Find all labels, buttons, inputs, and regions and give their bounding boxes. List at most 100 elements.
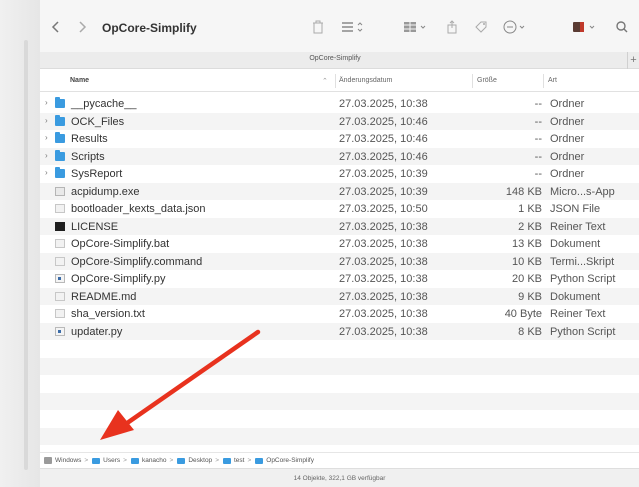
- file-kind: Reiner Text: [550, 308, 606, 320]
- file-date: 27.03.2025, 10:39: [339, 185, 428, 198]
- file-kind: Ordner: [550, 150, 585, 163]
- list-view-icon[interactable]: [340, 16, 366, 38]
- path-crumb-test[interactable]: test: [222, 457, 244, 464]
- path-crumb-desktop[interactable]: Desktop: [177, 457, 212, 464]
- column-kind[interactable]: Art: [548, 77, 557, 84]
- document-icon: [55, 239, 65, 248]
- folder-icon: [92, 457, 101, 464]
- file-date: 27.03.2025, 10:39: [339, 168, 428, 180]
- list-item[interactable]: README.md 27.03.2025, 10:38 9 KB Dokumen…: [40, 287, 639, 305]
- document-icon: [55, 309, 65, 318]
- folder-icon: [255, 457, 264, 464]
- list-item[interactable]: sha_version.txt 27.03.2025, 10:38 40 Byt…: [40, 305, 639, 323]
- file-size: --: [534, 98, 542, 110]
- file-name: acpidump.exe: [71, 185, 140, 198]
- list-item[interactable]: › Results 27.03.2025, 10:46 -- Ordner: [40, 130, 639, 148]
- ellipsis-circle-icon[interactable]: [502, 16, 530, 38]
- folder-icon: [222, 457, 231, 464]
- disclosure-triangle-icon[interactable]: ›: [45, 168, 48, 177]
- path-separator: >: [123, 457, 127, 464]
- file-size: --: [534, 168, 542, 180]
- file-name: OpCore-Simplify.command: [71, 255, 203, 268]
- file-list: › __pycache__ 27.03.2025, 10:38 -- Ordne…: [40, 95, 639, 445]
- finder-window: OpCore-Simplify OpCore-Simplify + Name ⌃…: [0, 0, 639, 487]
- document-icon: [55, 291, 65, 301]
- text-file-icon: [55, 221, 65, 231]
- file-name: LICENSE: [71, 220, 119, 233]
- file-name: OCK_Files: [71, 115, 125, 128]
- sort-chevron-icon: ⌃: [322, 78, 328, 85]
- folder-icon: [55, 97, 65, 108]
- window-title: OpCore-Simplify: [102, 21, 197, 35]
- chevron-left-icon[interactable]: [48, 16, 64, 38]
- empty-row: [40, 410, 639, 428]
- disclosure-triangle-icon[interactable]: ›: [45, 151, 48, 160]
- document-icon: [55, 256, 65, 266]
- list-item[interactable]: › OCK_Files 27.03.2025, 10:46 -- Ordner: [40, 112, 639, 130]
- disclosure-triangle-icon[interactable]: ›: [45, 98, 48, 107]
- file-date: 27.03.2025, 10:38: [339, 273, 428, 285]
- folder-icon: [177, 457, 186, 464]
- chevron-right-icon[interactable]: [74, 16, 90, 38]
- file-size: 9 KB: [518, 290, 542, 303]
- file-kind: Ordner: [550, 98, 585, 110]
- app-icon[interactable]: [570, 16, 600, 38]
- column-name[interactable]: Name: [70, 77, 89, 84]
- search-icon[interactable]: [614, 16, 630, 38]
- path-crumb-kanacho[interactable]: kanacho: [130, 457, 167, 464]
- column-divider[interactable]: [335, 74, 336, 88]
- list-item[interactable]: › Scripts 27.03.2025, 10:46 -- Ordner: [40, 147, 639, 165]
- drive-icon: [44, 457, 52, 464]
- column-divider[interactable]: [472, 74, 473, 88]
- file-size: 1 KB: [518, 203, 542, 215]
- list-item[interactable]: OpCore-Simplify.bat 27.03.2025, 10:38 13…: [40, 235, 639, 253]
- path-separator: >: [84, 457, 89, 464]
- file-name: Scripts: [71, 150, 105, 163]
- list-item[interactable]: OpCore-Simplify.command 27.03.2025, 10:3…: [40, 252, 639, 270]
- file-kind: Python Script: [550, 325, 616, 338]
- file-size: 40 Byte: [504, 308, 542, 320]
- list-item[interactable]: bootloader_kexts_data.json 27.03.2025, 1…: [40, 200, 639, 218]
- python-file-icon: [55, 274, 65, 283]
- file-date: 27.03.2025, 10:38: [339, 238, 428, 250]
- column-divider[interactable]: [543, 74, 544, 88]
- file-name: SysReport: [71, 168, 123, 180]
- empty-row: [40, 427, 639, 445]
- empty-row: [40, 375, 639, 393]
- file-kind: Reiner Text: [550, 220, 606, 233]
- tag-icon[interactable]: [472, 16, 490, 38]
- file-size: 20 KB: [512, 273, 542, 285]
- folder-icon: [130, 457, 139, 464]
- share-icon[interactable]: [444, 16, 460, 38]
- file-date: 27.03.2025, 10:38: [339, 325, 428, 338]
- tab-title[interactable]: OpCore-Simplify: [40, 55, 630, 62]
- left-bezel: [0, 0, 40, 487]
- file-kind: JSON File: [550, 203, 601, 215]
- executable-icon: [55, 186, 65, 196]
- column-date[interactable]: Änderungsdatum: [339, 77, 392, 84]
- file-size: 2 KB: [518, 220, 542, 233]
- document-icon: [55, 204, 65, 213]
- list-item[interactable]: › SysReport 27.03.2025, 10:39 -- Ordner: [40, 165, 639, 183]
- path-crumb-windows[interactable]: Windows: [44, 457, 81, 464]
- folder-icon: [55, 114, 65, 126]
- trash-icon[interactable]: [310, 16, 326, 38]
- file-size: 13 KB: [512, 238, 542, 250]
- file-name: OpCore-Simplify.bat: [71, 238, 170, 250]
- toolbar: OpCore-Simplify: [40, 0, 639, 52]
- new-tab-button[interactable]: +: [627, 52, 639, 69]
- folder-icon: [55, 149, 65, 161]
- disclosure-triangle-icon[interactable]: ›: [45, 116, 48, 125]
- path-separator: >: [169, 457, 174, 464]
- list-item[interactable]: OpCore-Simplify.py 27.03.2025, 10:38 20 …: [40, 270, 639, 288]
- list-item[interactable]: › __pycache__ 27.03.2025, 10:38 -- Ordne…: [40, 95, 639, 113]
- grid-view-icon[interactable]: [402, 16, 430, 38]
- file-kind: Ordner: [550, 133, 585, 145]
- list-item[interactable]: LICENSE 27.03.2025, 10:38 2 KB Reiner Te…: [40, 217, 639, 235]
- list-item[interactable]: acpidump.exe 27.03.2025, 10:39 148 KB Mi…: [40, 182, 639, 200]
- list-item[interactable]: updater.py 27.03.2025, 10:38 8 KB Python…: [40, 322, 639, 340]
- disclosure-triangle-icon[interactable]: ›: [45, 133, 48, 142]
- path-crumb-opcore-simplify[interactable]: OpCore-Simplify: [255, 457, 314, 464]
- path-crumb-users[interactable]: Users: [92, 457, 120, 464]
- column-size[interactable]: Größe: [477, 77, 497, 84]
